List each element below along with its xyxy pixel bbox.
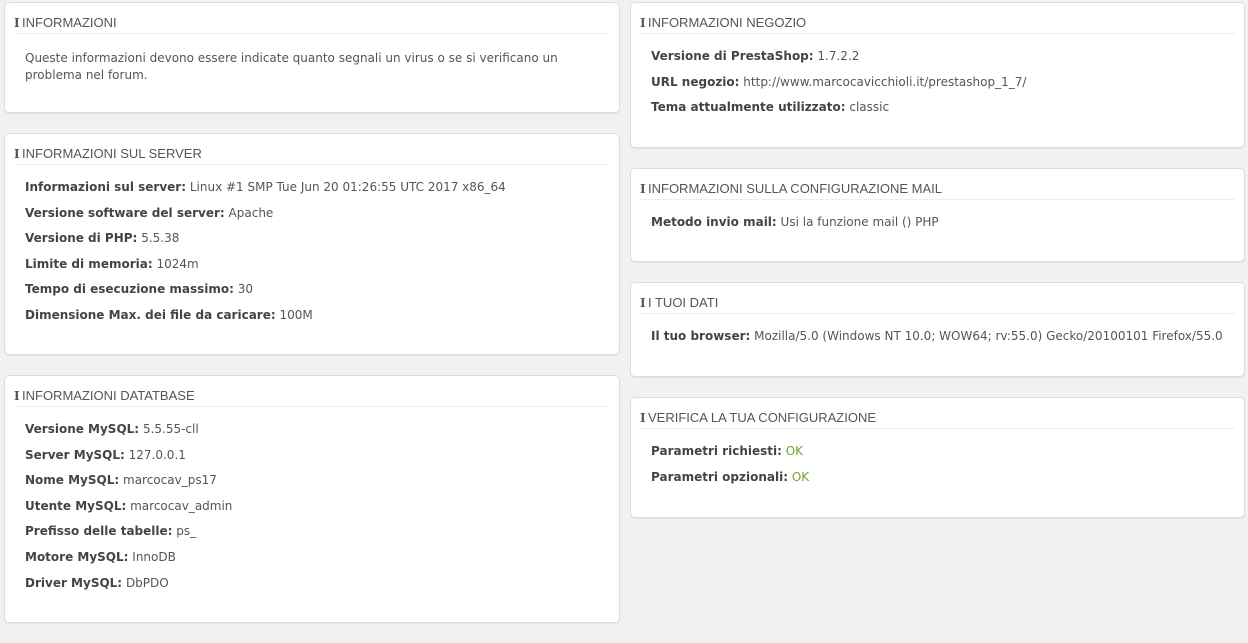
row-label: Server MySQL: xyxy=(25,447,125,462)
left-column: i INFORMAZIONI Queste informazioni devon… xyxy=(4,2,620,643)
row-label: Motore MySQL: xyxy=(25,549,129,564)
info-icon: i xyxy=(14,388,20,403)
panel-body: Informazioni sul server: Linux #1 SMP Tu… xyxy=(5,165,619,333)
mysql-server-row: Server MySQL: 127.0.0.1 xyxy=(25,447,599,473)
panel-title: I TUOI DATI xyxy=(648,295,719,310)
mysql-version-row: Versione MySQL: 5.5.55-cll xyxy=(25,421,599,447)
user-data-panel: i I TUOI DATI Il tuo browser: Mozilla/5.… xyxy=(630,282,1245,377)
row-value: 1024m xyxy=(156,256,199,271)
row-label: Nome MySQL: xyxy=(25,473,120,488)
info-icon: i xyxy=(14,15,20,30)
mail-panel: i INFORMAZIONI SULLA CONFIGURAZIONE MAIL… xyxy=(630,168,1245,262)
mysql-name-row: Nome MySQL: marcocav_ps17 xyxy=(25,472,599,498)
info-text: Queste informazioni devono essere indica… xyxy=(25,51,558,82)
panel-heading: i INFORMAZIONI NEGOZIO xyxy=(640,3,1235,34)
row-value: Usi la funzione mail () PHP xyxy=(780,215,939,229)
row-label: Tempo di esecuzione massimo: xyxy=(25,282,234,297)
panel-heading: i INFORMAZIONI SUL SERVER xyxy=(14,134,610,165)
info-icon: i xyxy=(640,181,646,196)
panel-heading: i INFORMAZIONI DATATBASE xyxy=(14,376,610,407)
status-ok: OK xyxy=(785,444,804,458)
php-version-row: Versione di PHP: 5.5.38 xyxy=(25,230,599,256)
panel-title: INFORMAZIONI SULLA CONFIGURAZIONE MAIL xyxy=(648,181,942,196)
row-label: Versione di PrestaShop: xyxy=(651,49,814,63)
prestashop-version-row: Versione di PrestaShop: 1.7.2.2 xyxy=(651,48,1224,74)
status-ok: OK xyxy=(791,469,810,484)
panel-heading: i VERIFICA LA TUA CONFIGURAZIONE xyxy=(640,398,1235,429)
panel-heading: i INFORMAZIONI SULLA CONFIGURAZIONE MAIL xyxy=(640,169,1235,200)
mysql-user-row: Utente MySQL: marcocav_admin xyxy=(25,498,599,524)
server-info-row: Informazioni sul server: Linux #1 SMP Tu… xyxy=(25,179,599,205)
max-exec-time-row: Tempo di esecuzione massimo: 30 xyxy=(25,281,599,307)
panel-body: Parametri richiesti: OK Parametri opzion… xyxy=(631,429,1244,494)
row-value: ps_ xyxy=(176,524,197,539)
row-value: InnoDB xyxy=(132,549,176,564)
panel-title: INFORMAZIONI NEGOZIO xyxy=(648,15,807,30)
row-label: Prefisso delle tabelle: xyxy=(25,524,173,539)
max-upload-size-row: Dimensione Max. dei file da caricare: 10… xyxy=(25,307,599,333)
memory-limit-row: Limite di memoria: 1024m xyxy=(25,256,599,282)
row-value: http://www.marcocavicchioli.it/prestasho… xyxy=(743,74,1027,89)
panel-body: Versione MySQL: 5.5.55-cll Server MySQL:… xyxy=(5,407,619,600)
table-prefix-row: Prefisso delle tabelle: ps_ xyxy=(25,523,599,549)
row-value: Apache xyxy=(228,205,274,220)
panel-title: VERIFICA LA TUA CONFIGURAZIONE xyxy=(648,410,877,425)
shop-url-row: URL negozio: http://www.marcocavicchioli… xyxy=(651,74,1224,100)
row-label: Metodo invio mail: xyxy=(651,215,777,229)
info-icon: i xyxy=(640,295,646,310)
optional-params-row: Parametri opzionali: OK xyxy=(651,469,1224,495)
row-value: 100M xyxy=(279,307,313,322)
required-params-row: Parametri richiesti: OK xyxy=(651,443,1224,469)
panel-title: INFORMAZIONI DATATBASE xyxy=(22,388,195,403)
mail-method-row: Metodo invio mail: Usi la funzione mail … xyxy=(651,214,1224,240)
panel-body: Queste informazioni devono essere indica… xyxy=(5,34,619,84)
config-check-panel: i VERIFICA LA TUA CONFIGURAZIONE Paramet… xyxy=(630,397,1245,518)
mysql-engine-row: Motore MySQL: InnoDB xyxy=(25,549,599,575)
server-panel: i INFORMAZIONI SUL SERVER Informazioni s… xyxy=(4,133,620,355)
row-label: Utente MySQL: xyxy=(25,498,127,513)
browser-row: Il tuo browser: Mozilla/5.0 (Windows NT … xyxy=(651,328,1224,354)
row-label: Il tuo browser: xyxy=(651,329,751,343)
row-label: Versione di PHP: xyxy=(25,231,138,246)
panel-body: Il tuo browser: Mozilla/5.0 (Windows NT … xyxy=(631,314,1244,354)
row-value: 1.7.2.2 xyxy=(817,49,860,63)
row-label: Informazioni sul server: xyxy=(25,180,187,194)
info-icon: i xyxy=(640,410,646,425)
row-value: 127.0.0.1 xyxy=(128,447,186,462)
row-value: marcocav_ps17 xyxy=(123,473,217,488)
row-label: URL negozio: xyxy=(651,74,740,89)
row-value: classic xyxy=(849,100,890,115)
panel-title: INFORMAZIONI xyxy=(22,15,117,30)
panel-body: Metodo invio mail: Usi la funzione mail … xyxy=(631,200,1244,240)
database-panel: i INFORMAZIONI DATATBASE Versione MySQL:… xyxy=(4,375,620,623)
right-column: i INFORMAZIONI NEGOZIO Versione di Prest… xyxy=(630,2,1245,538)
row-value: marcocav_admin xyxy=(130,498,233,513)
shop-panel: i INFORMAZIONI NEGOZIO Versione di Prest… xyxy=(630,2,1245,148)
row-label: Parametri richiesti: xyxy=(651,444,782,458)
info-panel: i INFORMAZIONI Queste informazioni devon… xyxy=(4,2,620,113)
panel-heading: i I TUOI DATI xyxy=(640,283,1235,314)
panel-body: Versione di PrestaShop: 1.7.2.2 URL nego… xyxy=(631,34,1244,125)
server-software-row: Versione software del server: Apache xyxy=(25,205,599,231)
mysql-driver-row: Driver MySQL: DbPDO xyxy=(25,575,599,601)
row-value: Linux #1 SMP Tue Jun 20 01:26:55 UTC 201… xyxy=(189,180,506,194)
row-label: Tema attualmente utilizzato: xyxy=(651,100,846,115)
row-value: 5.5.38 xyxy=(141,231,180,246)
row-label: Versione MySQL: xyxy=(25,422,140,436)
row-label: Versione software del server: xyxy=(25,205,225,220)
row-label: Parametri opzionali: xyxy=(651,469,789,484)
row-label: Driver MySQL: xyxy=(25,575,123,590)
row-value: 30 xyxy=(237,282,254,297)
panel-heading: i INFORMAZIONI xyxy=(14,3,610,34)
row-label: Limite di memoria: xyxy=(25,256,153,271)
info-icon: i xyxy=(640,15,646,30)
row-value: DbPDO xyxy=(125,575,169,590)
panel-title: INFORMAZIONI SUL SERVER xyxy=(22,146,202,161)
row-label: Dimensione Max. dei file da caricare: xyxy=(25,307,276,322)
row-value: 5.5.55-cll xyxy=(142,422,199,436)
theme-row: Tema attualmente utilizzato: classic xyxy=(651,99,1224,125)
row-value: Mozilla/5.0 (Windows NT 10.0; WOW64; rv:… xyxy=(754,329,1223,343)
info-icon: i xyxy=(14,146,20,161)
